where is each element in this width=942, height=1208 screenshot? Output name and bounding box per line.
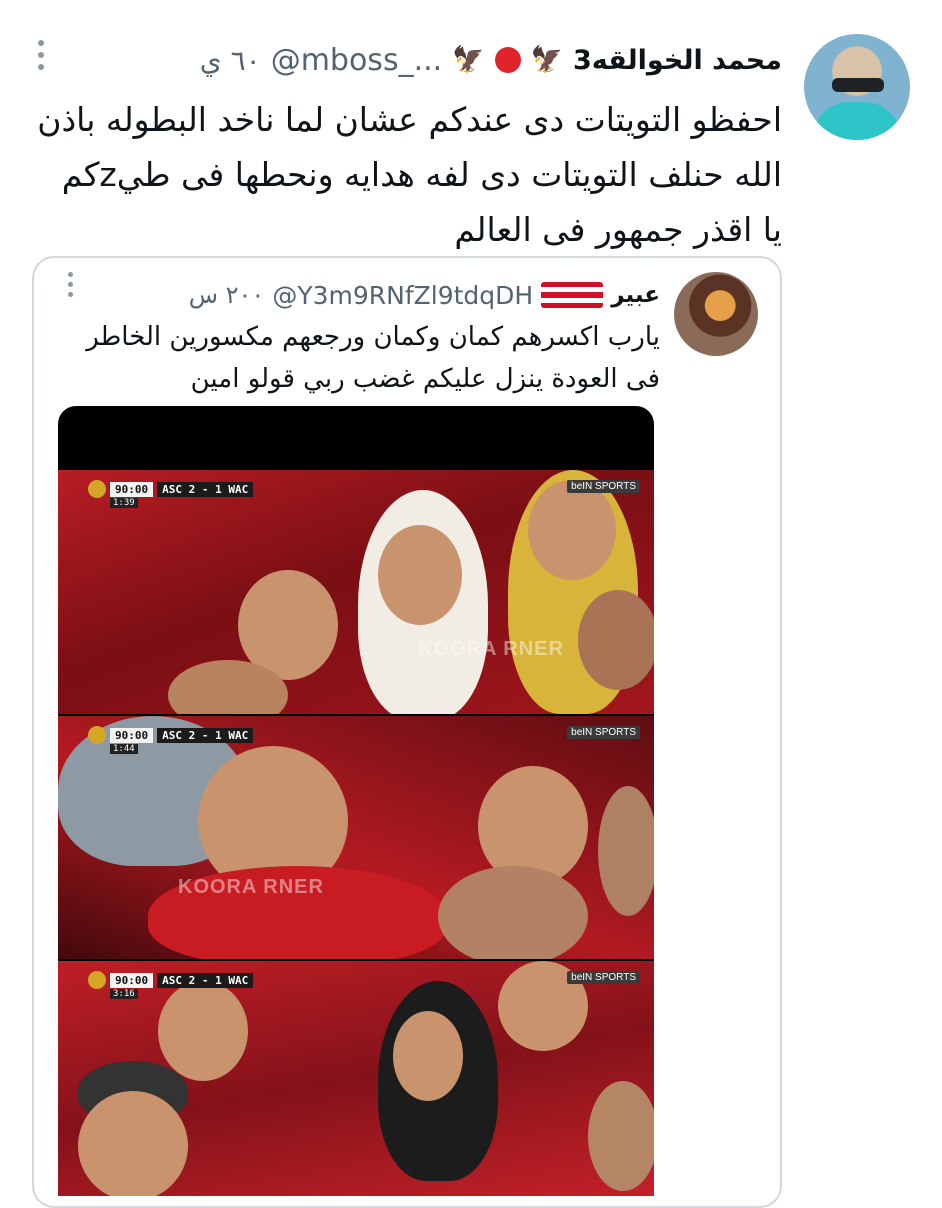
added-time: 1:44 xyxy=(110,744,138,754)
score-overlay: 90:00 ASC 2 - 1 WAC xyxy=(88,480,254,498)
quoted-display-name[interactable]: عبير xyxy=(611,282,660,308)
score-overlay: 90:00 ASC 2 - 1 WAC xyxy=(88,971,254,989)
quoted-timestamp[interactable]: ٢٠٠ س xyxy=(189,281,265,309)
added-time: 1:39 xyxy=(110,498,138,508)
quoted-handle[interactable]: @Y3m9RNfZl9tdqDH xyxy=(272,281,533,310)
quoted-header: عبير @Y3m9RNfZl9tdqDH ٢٠٠ س xyxy=(189,276,660,314)
avatar[interactable] xyxy=(804,34,910,140)
score-overlay: 90:00 ASC 2 - 1 WAC xyxy=(88,726,254,744)
channel-logo: beIN SPORTS xyxy=(567,480,640,493)
flag-icon xyxy=(541,282,604,308)
added-time: 3:16 xyxy=(110,989,138,999)
timestamp[interactable]: ٦٠ ي xyxy=(200,44,261,77)
tweet-header: محمد الخوالقه3 🦅 🦅 @mboss_... ٦٠ ي xyxy=(200,36,782,84)
watermark: KOORA RNER xyxy=(178,876,324,898)
channel-logo: beIN SPORTS xyxy=(567,726,640,739)
red-circle-emoji xyxy=(494,47,521,73)
tweet-text: احفظو التويتات دى عندكم عشان لما ناخد ال… xyxy=(37,100,782,249)
media-image[interactable]: 90:00 ASC 2 - 1 WAC 1:39 beIN SPORTS KOOR… xyxy=(58,406,654,1196)
quote-more-options-icon[interactable] xyxy=(68,272,73,297)
media-frame: 90:00 ASC 2 - 1 WAC 3:16 beIN SPORTS xyxy=(58,961,654,1196)
quoted-text: يارب اكسرهم كمان وكمان ورجعهم مكسورين ال… xyxy=(86,322,660,394)
watermark: KOORA RNER xyxy=(418,638,564,660)
media-frame: 90:00 ASC 2 - 1 WAC 1:44 beIN SPORTS KOOR… xyxy=(58,716,654,959)
more-options-icon[interactable] xyxy=(28,40,54,70)
quoted-avatar[interactable] xyxy=(674,272,758,356)
channel-logo: beIN SPORTS xyxy=(567,971,640,984)
tweet[interactable]: محمد الخوالقه3 🦅 🦅 @mboss_... ٦٠ ي احفظو… xyxy=(0,0,942,1208)
eagle-emoji: 🦅 xyxy=(452,45,485,75)
handle[interactable]: @mboss_... xyxy=(271,43,443,78)
quoted-tweet[interactable]: عبير @Y3m9RNfZl9tdqDH ٢٠٠ س يارب اكسرهم … xyxy=(32,256,782,1208)
media-frame: 90:00 ASC 2 - 1 WAC 1:39 beIN SPORTS KOOR… xyxy=(58,470,654,714)
eagle-emoji: 🦅 xyxy=(530,45,563,75)
display-name[interactable]: محمد الخوالقه3 xyxy=(573,45,782,76)
